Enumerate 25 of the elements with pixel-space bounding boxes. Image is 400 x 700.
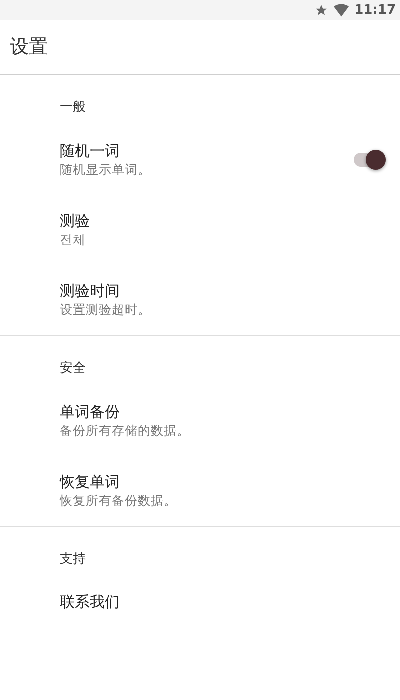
settings-item[interactable]: 单词备份 备份所有存储的数据。 [0, 386, 400, 456]
section-header: 安全 [60, 361, 87, 377]
item-title: 随机一词 [60, 141, 121, 161]
item-title: 测验 [60, 211, 91, 231]
item-summary: 恢复所有备份数据。 [60, 492, 178, 510]
section-header: 一般 [60, 100, 87, 116]
item-summary: 随机显示单词。 [60, 161, 152, 179]
star-icon [314, 4, 328, 16]
item-summary: 전체 [60, 231, 87, 249]
item-title: 联系我们 [60, 592, 121, 612]
toggle-switch[interactable] [354, 153, 384, 167]
section-header: 支持 [60, 552, 87, 568]
page-title: 设置 [10, 35, 48, 60]
wifi-icon [334, 4, 349, 16]
item-title: 单词备份 [60, 402, 121, 422]
status-time: 11:17 [354, 2, 396, 18]
settings-item[interactable]: 测验 전체 [0, 195, 400, 265]
settings-item[interactable]: 联系我们 [0, 577, 400, 627]
settings-item[interactable]: 随机一词 随机显示单词。 [0, 125, 400, 195]
item-title: 测验时间 [60, 281, 121, 301]
settings-item[interactable]: 测验时间 设置测验超时。 [0, 265, 400, 335]
item-summary: 备份所有存储的数据。 [60, 422, 191, 440]
item-summary: 设置测验超时。 [60, 301, 152, 319]
item-title: 恢复单词 [60, 472, 121, 492]
settings-item[interactable]: 恢复单词 恢复所有备份数据。 [0, 456, 400, 526]
